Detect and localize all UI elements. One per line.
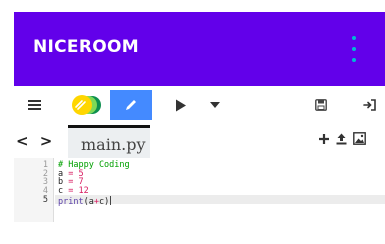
line-number-gutter: 1 2 3 4 5: [14, 158, 54, 222]
save-icon[interactable]: [306, 90, 336, 120]
code-line[interactable]: print(a+c): [58, 196, 112, 207]
caret-down-icon[interactable]: [200, 90, 230, 120]
toolbar: [14, 90, 385, 120]
hamburger-icon[interactable]: [24, 90, 44, 120]
code-token: c): [98, 197, 110, 207]
code-token: (a: [83, 197, 94, 207]
tab-main-py[interactable]: main.py: [68, 125, 150, 158]
kebab-menu-icon[interactable]: [347, 34, 361, 66]
image-icon[interactable]: [353, 132, 366, 150]
tab-label: main.py: [81, 135, 146, 154]
file-tab-bar: < > main.py: [14, 124, 385, 158]
upload-icon[interactable]: [335, 132, 348, 150]
theme-toggle-icon[interactable]: [66, 90, 106, 120]
play-icon[interactable]: [166, 90, 196, 120]
code-editor[interactable]: 1 2 3 4 5 # Happy Coding a = 5 b = 7 c =…: [14, 158, 385, 222]
code-token: print: [58, 197, 84, 207]
app-brand: NICEROOM: [33, 37, 139, 57]
app-header: NICEROOM: [14, 12, 385, 86]
tab-actions: [318, 131, 366, 151]
tab-nav-arrows[interactable]: < >: [16, 132, 55, 150]
add-file-icon[interactable]: [318, 132, 330, 150]
line-number-active: 5: [42, 195, 48, 205]
sign-in-icon[interactable]: [354, 90, 385, 120]
text-cursor: [110, 196, 112, 205]
code-token: c: [58, 186, 69, 196]
code-token: 12: [73, 186, 89, 196]
pencil-icon[interactable]: [110, 90, 152, 120]
code-line[interactable]: c = 12: [58, 187, 89, 196]
